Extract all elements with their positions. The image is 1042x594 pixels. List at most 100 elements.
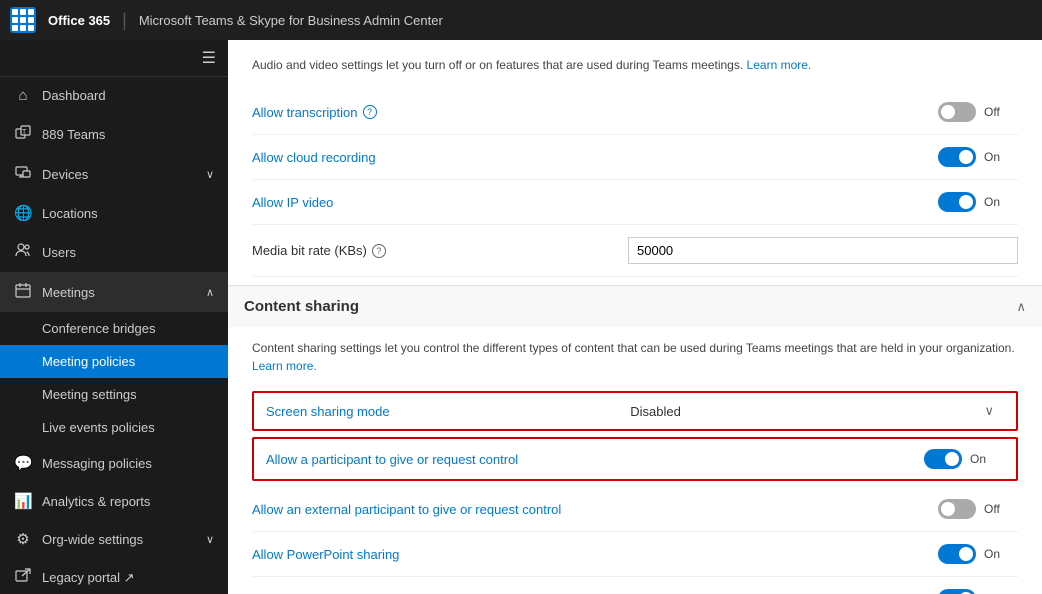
svg-text:T: T: [22, 129, 27, 136]
chevron-down-icon-org: ∨: [206, 533, 214, 546]
powerpoint-row: Allow PowerPoint sharing On: [252, 532, 1018, 577]
hamburger-icon[interactable]: ☰: [202, 48, 216, 68]
powerpoint-label: Allow PowerPoint sharing: [252, 547, 938, 562]
intro-text: Audio and video settings let you turn of…: [252, 58, 743, 72]
sidebar-item-messaging[interactable]: 💬 Messaging policies: [0, 444, 228, 482]
participant-control-control: On: [924, 449, 1004, 469]
transcription-control: Off: [938, 102, 1018, 122]
participant-control-value: On: [970, 452, 986, 466]
section-collapse-icon[interactable]: ∧: [1016, 299, 1026, 315]
conference-bridges-label: Conference bridges: [42, 321, 155, 336]
sidebar-item-meeting-settings[interactable]: Meeting settings: [0, 378, 228, 411]
ip-video-value: On: [984, 195, 1000, 209]
sidebar-item-label-meetings: Meetings: [42, 285, 95, 300]
allow-transcription-label: Allow transcription ?: [252, 105, 938, 120]
powerpoint-value: On: [984, 547, 1000, 561]
whiteboard-control: On: [938, 589, 1018, 594]
meeting-policies-label: Meeting policies: [42, 354, 135, 369]
sidebar-item-users[interactable]: Users: [0, 232, 228, 272]
sidebar-item-meetings[interactable]: Meetings ∧: [0, 272, 228, 312]
sidebar-item-label-devices: Devices: [42, 167, 88, 182]
section-title: Content sharing: [244, 298, 359, 315]
sidebar-item-live-events[interactable]: Live events policies: [0, 411, 228, 444]
participant-control-toggle[interactable]: [924, 449, 962, 469]
intro-paragraph: Audio and video settings let you turn of…: [252, 56, 1018, 74]
meetings-icon: [14, 282, 32, 302]
ip-video-toggle[interactable]: [938, 192, 976, 212]
topbar-separator: |: [122, 10, 127, 31]
participant-control-highlighted: Allow a participant to give or request c…: [252, 437, 1018, 481]
media-bit-rate-input[interactable]: [628, 237, 1018, 264]
participant-control-row: Allow a participant to give or request c…: [254, 439, 1016, 479]
screen-sharing-value: Disabled: [630, 404, 681, 419]
screen-sharing-highlighted: Screen sharing mode Disabled ∨: [252, 391, 1018, 431]
legacy-icon: [14, 568, 32, 588]
waffle-button[interactable]: [10, 7, 36, 33]
cloud-recording-label: Allow cloud recording: [252, 150, 938, 165]
screen-sharing-label: Screen sharing mode: [266, 404, 610, 419]
participant-control-label: Allow a participant to give or request c…: [266, 452, 924, 467]
allow-transcription-row: Allow transcription ? Off: [252, 90, 1018, 135]
sidebar-item-label-messaging: Messaging policies: [42, 456, 152, 471]
help-icon-transcription[interactable]: ?: [363, 105, 377, 119]
dashboard-icon: ⌂: [14, 87, 32, 104]
sidebar-item-teams[interactable]: T 889 Teams: [0, 114, 228, 154]
external-participant-label: Allow an external participant to give or…: [252, 502, 938, 517]
help-icon-media[interactable]: ?: [372, 244, 386, 258]
cloud-recording-toggle[interactable]: [938, 147, 976, 167]
topbar-app-name: Office 365: [48, 13, 110, 28]
whiteboard-row: Allow whiteboard On: [252, 577, 1018, 594]
screen-sharing-value-area: Disabled: [610, 404, 974, 419]
devices-icon: [14, 164, 32, 184]
external-participant-value: Off: [984, 502, 1000, 516]
cloud-recording-control: On: [938, 147, 1018, 167]
sidebar-item-devices[interactable]: Devices ∨: [0, 154, 228, 194]
chevron-down-icon: ∨: [206, 168, 214, 181]
waffle-icon: [12, 9, 34, 31]
sidebar-item-conference-bridges[interactable]: Conference bridges: [0, 312, 228, 345]
content-sharing-description: Content sharing settings let you control…: [252, 339, 1018, 375]
ip-video-control: On: [938, 192, 1018, 212]
content-area: Audio and video settings let you turn of…: [228, 40, 1042, 594]
sidebar-item-org-settings[interactable]: ⚙ Org-wide settings ∨: [0, 520, 228, 558]
meeting-settings-label: Meeting settings: [42, 387, 137, 402]
sidebar-item-label-locations: Locations: [42, 206, 98, 221]
content-sharing-learn-more[interactable]: Learn more.: [252, 359, 317, 373]
sidebar-item-locations[interactable]: 🌐 Locations: [0, 194, 228, 232]
external-participant-toggle[interactable]: [938, 499, 976, 519]
users-icon: [14, 242, 32, 262]
media-bit-rate-label: Media bit rate (KBs) ?: [252, 243, 628, 258]
sidebar-item-label-users: Users: [42, 245, 76, 260]
org-settings-icon: ⚙: [14, 530, 32, 548]
transcription-toggle[interactable]: [938, 102, 976, 122]
sidebar-label-teams: 889 Teams: [42, 127, 105, 142]
sidebar-item-legacy[interactable]: Legacy portal ↗: [0, 558, 228, 594]
media-bit-rate-control: [628, 237, 1018, 264]
live-events-label: Live events policies: [42, 420, 155, 435]
sidebar-item-label-legacy: Legacy portal ↗: [42, 570, 135, 586]
topbar-title: Microsoft Teams & Skype for Business Adm…: [139, 13, 443, 28]
powerpoint-control: On: [938, 544, 1018, 564]
media-bit-rate-row: Media bit rate (KBs) ?: [252, 225, 1018, 277]
learn-more-link[interactable]: Learn more.: [747, 58, 812, 72]
teams-icon: T: [14, 124, 32, 144]
screen-sharing-dropdown-chevron[interactable]: ∨: [975, 403, 1005, 419]
chevron-up-icon: ∧: [206, 286, 214, 299]
sidebar-item-meeting-policies[interactable]: Meeting policies: [0, 345, 228, 378]
external-participant-control: Off: [938, 499, 1018, 519]
powerpoint-toggle[interactable]: [938, 544, 976, 564]
external-participant-row: Allow an external participant to give or…: [252, 487, 1018, 532]
sidebar-item-analytics[interactable]: 📊 Analytics & reports: [0, 482, 228, 520]
main-content: Audio and video settings let you turn of…: [228, 40, 1042, 594]
sidebar-header: ☰: [0, 40, 228, 77]
locations-icon: 🌐: [14, 204, 32, 222]
main-layout: ☰ ⌂ Dashboard T 889 Teams Devices ∨ 🌐 Lo…: [0, 40, 1042, 594]
whiteboard-toggle[interactable]: [938, 589, 976, 594]
sidebar-item-dashboard[interactable]: ⌂ Dashboard: [0, 77, 228, 114]
transcription-value: Off: [984, 105, 1000, 119]
allow-ip-video-row: Allow IP video On: [252, 180, 1018, 225]
sidebar-item-label-org: Org-wide settings: [42, 532, 143, 547]
messaging-icon: 💬: [14, 454, 32, 472]
sidebar-item-label-analytics: Analytics & reports: [42, 494, 150, 509]
analytics-icon: 📊: [14, 492, 32, 510]
